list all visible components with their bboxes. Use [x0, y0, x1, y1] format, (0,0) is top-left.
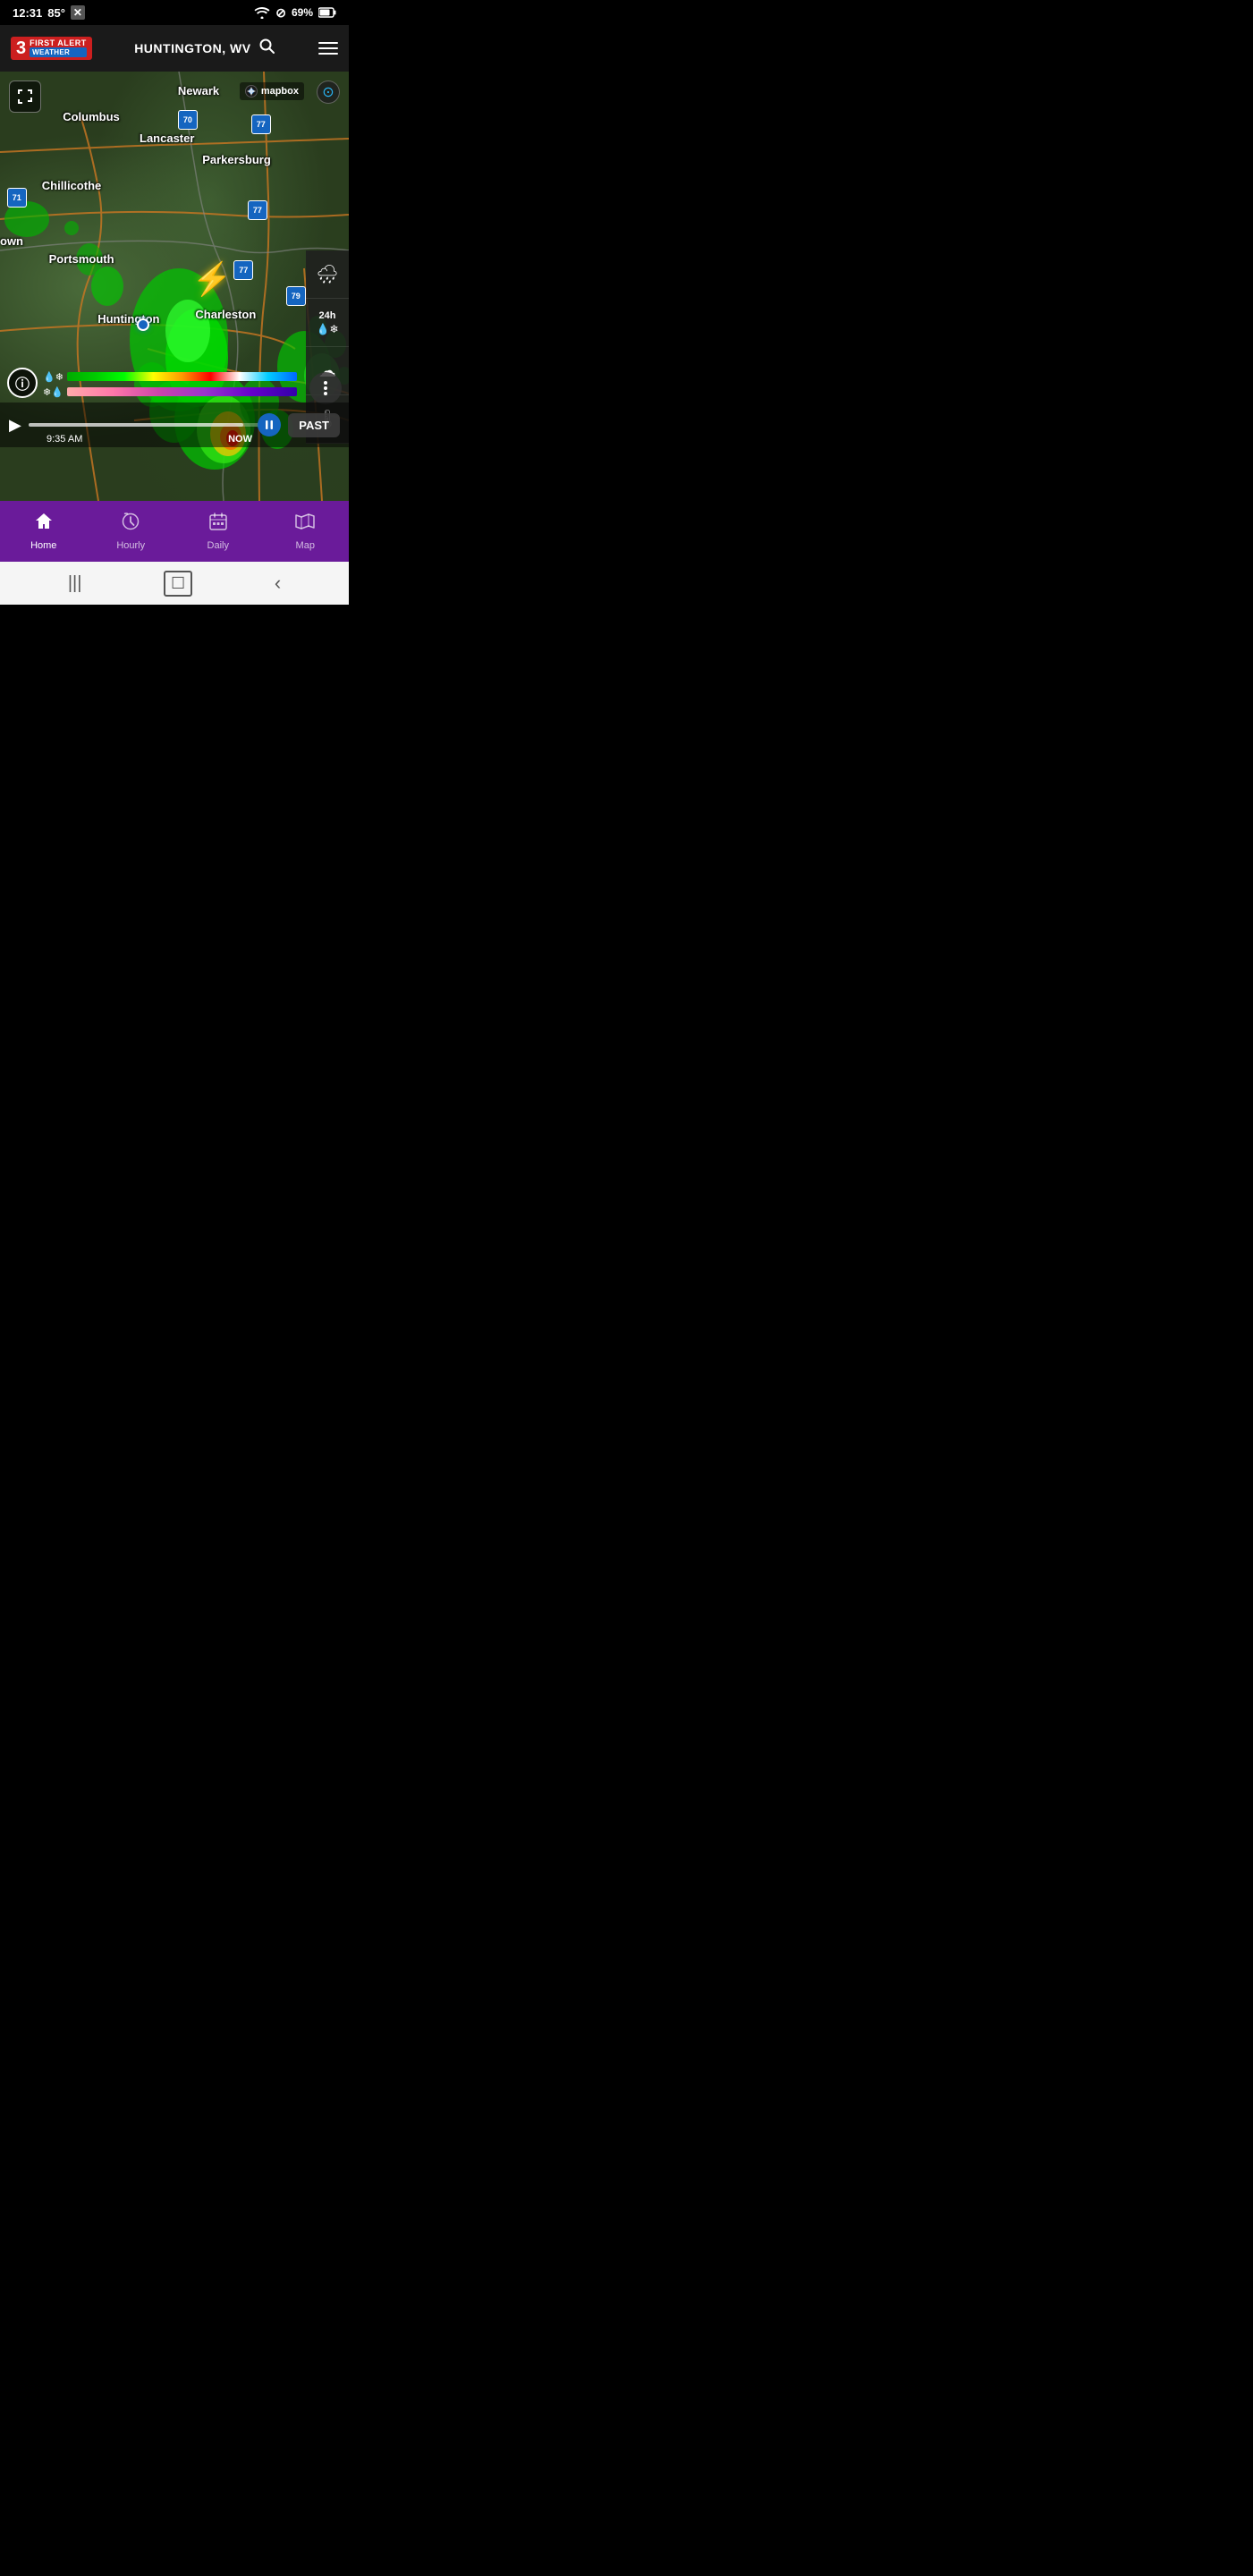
menu-line	[318, 42, 338, 44]
options-button[interactable]	[309, 372, 342, 404]
city-newark: Newark	[178, 84, 219, 97]
rain-legend-icon: 💧❄	[43, 371, 63, 383]
home-tab-icon	[34, 512, 54, 537]
play-button[interactable]: ▶	[9, 416, 21, 435]
info-button[interactable]: ⓘ	[7, 368, 38, 398]
location-text: HUNTINGTON, WV	[134, 41, 250, 55]
status-bar: 12:31 85° ✕ ⊘ 69%	[0, 0, 349, 25]
status-left: 12:31 85° ✕	[13, 5, 85, 20]
timeline-thumb[interactable]	[258, 413, 281, 436]
snow-legend-icon: ❄💧	[43, 386, 63, 398]
home-tab-label: Home	[30, 540, 56, 551]
interstate-77-n: 77	[251, 114, 271, 134]
location-display[interactable]: HUNTINGTON, WV	[134, 38, 275, 60]
location-dot	[137, 318, 149, 331]
mapbox-attribution: mapbox	[240, 82, 304, 100]
top-nav: 3 FIRST ALERT WEATHER HUNTINGTON, WV	[0, 25, 349, 72]
interstate-70: 70	[178, 110, 198, 130]
hourly-tab-icon	[121, 512, 140, 537]
rain-gradient	[67, 372, 297, 381]
hourly-tab-label: Hourly	[116, 540, 145, 551]
app-logo[interactable]: 3 FIRST ALERT WEATHER	[11, 37, 92, 60]
home-system-button[interactable]: ☐	[164, 571, 192, 597]
timeline-track[interactable]	[29, 423, 281, 427]
24h-layer-button[interactable]: 24h 💧❄	[306, 299, 349, 347]
first-alert-label: FIRST ALERT	[30, 39, 87, 47]
tab-map[interactable]: Map	[262, 501, 350, 562]
mapbox-label: mapbox	[261, 86, 299, 97]
tab-daily[interactable]: Daily	[174, 501, 262, 562]
past-button[interactable]: PAST	[288, 413, 340, 437]
legend-row-2: ❄💧	[43, 386, 297, 398]
daily-tab-label: Daily	[207, 540, 229, 551]
rain-icon: 🌧	[316, 263, 338, 285]
start-time: 9:35 AM	[47, 434, 82, 445]
now-label: NOW	[228, 434, 252, 445]
recent-apps-button[interactable]: |||	[68, 573, 82, 594]
city-charleston: Charleston	[195, 308, 256, 321]
logo-number: 3	[16, 39, 26, 57]
menu-line	[318, 53, 338, 55]
interstate-77-m: 77	[248, 200, 267, 220]
tab-hourly[interactable]: Hourly	[88, 501, 175, 562]
city-own: own	[0, 234, 23, 248]
city-lancaster: Lancaster	[140, 131, 194, 145]
interstate-77-s: 77	[233, 260, 253, 280]
interstate-71: 71	[7, 188, 27, 208]
legend-row-1: 💧❄	[43, 370, 297, 383]
system-nav: ||| ☐ ‹	[0, 562, 349, 605]
no-signal-icon: ⊘	[275, 5, 286, 21]
city-portsmouth: Portsmouth	[49, 252, 114, 266]
lightning-icon: ⚡	[192, 260, 233, 298]
snow-gradient	[67, 387, 297, 396]
menu-line	[318, 47, 338, 49]
battery-percent: 69%	[292, 6, 313, 19]
city-huntington: Huntington	[97, 312, 159, 326]
search-icon[interactable]	[258, 38, 276, 60]
close-icon: ✕	[71, 5, 85, 20]
legend: 💧❄ ❄💧	[43, 370, 297, 398]
logo-text: FIRST ALERT WEATHER	[30, 39, 87, 57]
24h-label: 24h	[319, 310, 336, 321]
temperature: 85°	[47, 6, 65, 20]
interstate-79: 79	[286, 286, 306, 306]
wifi-icon	[254, 6, 270, 19]
weather-label: WEATHER	[30, 47, 87, 57]
timeline-progress	[29, 423, 243, 427]
city-parkersburg: Parkersburg	[202, 153, 271, 166]
map-tab-label: Map	[296, 540, 315, 551]
map-container[interactable]: Columbus Newark Lancaster Chillicothe Po…	[0, 72, 349, 501]
tab-bar: Home Hourly Daily	[0, 501, 349, 562]
city-columbus: Columbus	[63, 110, 120, 123]
menu-button[interactable]	[318, 42, 338, 55]
daily-tab-icon	[208, 512, 228, 537]
clock: 12:31	[13, 6, 42, 20]
back-system-button[interactable]: ‹	[275, 572, 281, 595]
battery-icon	[318, 7, 336, 18]
city-chillicothe: Chillicothe	[42, 179, 101, 192]
gps-button[interactable]: ⊙	[317, 80, 340, 104]
precip-mix-icon: 💧❄	[317, 323, 339, 335]
map-tab-icon	[295, 512, 315, 537]
fullscreen-button[interactable]	[9, 80, 41, 113]
tab-home[interactable]: Home	[0, 501, 88, 562]
status-right: ⊘ 69%	[254, 5, 336, 21]
precipitation-layer-button[interactable]: 🌧	[306, 250, 349, 299]
